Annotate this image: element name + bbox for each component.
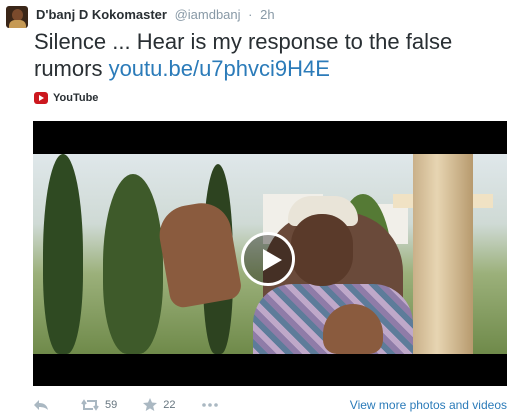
tweet-link[interactable]: youtu.be/u7phvci9H4E	[109, 56, 330, 81]
user-fullname[interactable]: D'banj D Kokomaster	[36, 7, 167, 22]
view-more-link[interactable]: View more photos and videos	[350, 398, 507, 412]
play-triangle	[263, 249, 282, 271]
reply-icon	[34, 399, 48, 410]
card-provider[interactable]: YouTube	[34, 92, 98, 104]
avatar[interactable]	[6, 6, 28, 28]
retweet-count: 59	[105, 398, 118, 411]
more-button[interactable]	[201, 402, 224, 407]
separator-dot: ·	[248, 7, 253, 22]
favorite-count: 22	[163, 398, 176, 411]
username[interactable]: @iamdbanj	[175, 7, 241, 22]
favorite-button[interactable]: 22	[143, 398, 176, 411]
retweet-icon	[81, 398, 99, 411]
retweet-button[interactable]: 59	[81, 399, 117, 411]
tweet-text: Silence ... Hear is my response to the f…	[34, 28, 514, 82]
more-dots-icon	[201, 402, 218, 407]
background-tree	[103, 174, 163, 354]
tweet-actions: 59 22	[33, 398, 250, 411]
play-icon[interactable]	[241, 232, 295, 286]
provider-name: YouTube	[53, 92, 99, 104]
youtube-icon	[34, 92, 48, 104]
balcony-column	[413, 154, 473, 354]
background-tree	[43, 154, 83, 354]
tweet-time[interactable]: 2h	[260, 7, 274, 22]
tweet-header: D'banj D Kokomaster @iamdbanj · 2h	[36, 7, 275, 22]
reply-button[interactable]	[33, 399, 55, 411]
avatar-body	[9, 20, 26, 28]
person-face	[291, 214, 353, 286]
video-player[interactable]	[33, 121, 507, 386]
star-icon	[143, 398, 158, 411]
